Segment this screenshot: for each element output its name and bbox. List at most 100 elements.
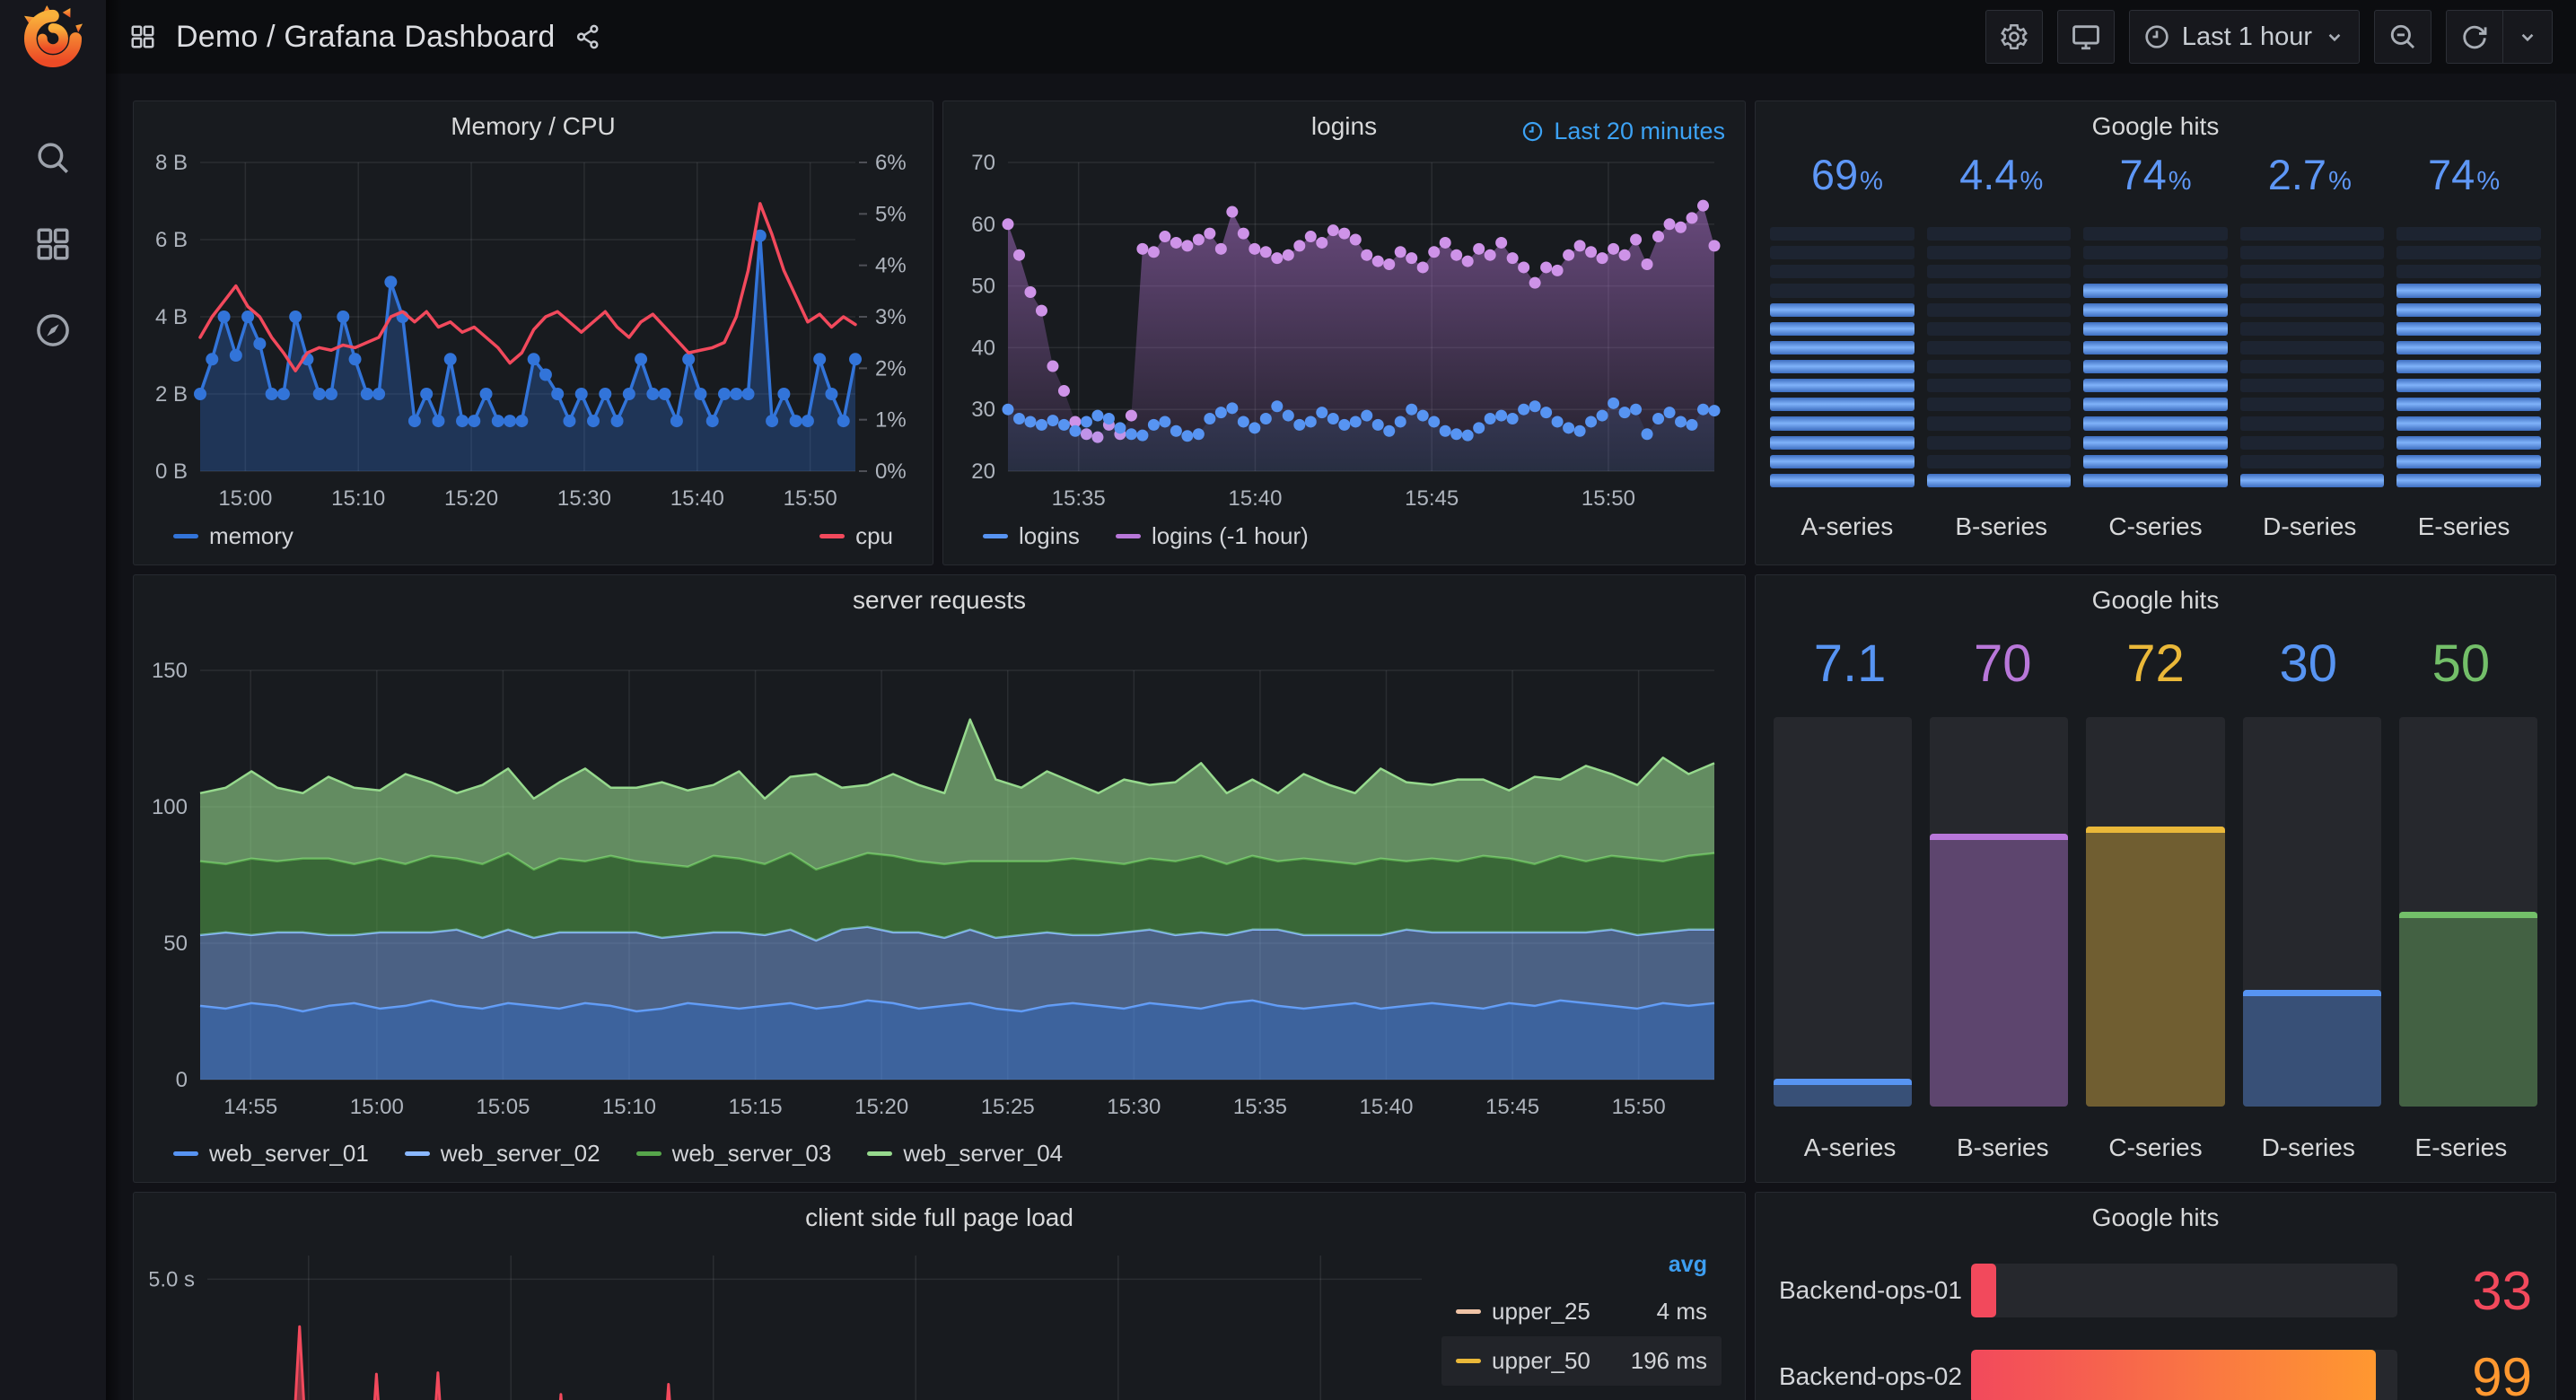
bar-gauge-values: 7.1 70 72 30 50 <box>1774 624 2537 703</box>
legend-item[interactable]: upper_25 4 ms <box>1441 1287 1722 1336</box>
led-cell <box>1926 359 2072 374</box>
client-page-load-legend: avg upper_25 4 ms upper_50 196 ms <box>1441 1247 1722 1386</box>
time-override-badge[interactable]: Last 20 minutes <box>1520 118 1725 145</box>
panel-title[interactable]: Google hits <box>1809 586 2502 615</box>
legend-item[interactable]: web_server_02 <box>404 1140 600 1168</box>
grafana-logo[interactable] <box>0 0 106 74</box>
legend-series-color <box>867 1151 893 1156</box>
gauge-bar <box>1971 1350 2377 1400</box>
zoom-out-button[interactable] <box>2374 10 2431 64</box>
gauge-track <box>2242 717 2381 1107</box>
legend-item[interactable]: web_server_04 <box>867 1140 1063 1168</box>
led-gauge-values: 69% 4.4% 74% 2.7% 74% <box>1770 150 2541 216</box>
gauge-value: 50 <box>2431 634 2491 693</box>
svg-text:8 B: 8 B <box>155 153 188 175</box>
svg-text:5%: 5% <box>875 202 907 226</box>
share-icon[interactable] <box>574 23 601 50</box>
time-range-picker[interactable]: Last 1 hour <box>2128 10 2360 64</box>
memory-cpu-legend: memory cpu <box>173 522 893 550</box>
sidebar-item-dashboards[interactable] <box>24 219 82 269</box>
legend-item[interactable]: upper_50 196 ms <box>1441 1336 1722 1386</box>
sidebar-item-explore[interactable] <box>24 305 82 355</box>
legend-avg-value: 4 ms <box>1656 1298 1707 1325</box>
chart-canvas: 0 B 2 B 4 B 6 B 8 B 0% 1% 2% 3% 4% 5% 6% 15:00 15:10 1… <box>155 151 907 511</box>
led-column <box>2396 227 2541 487</box>
led-cell <box>2239 340 2385 354</box>
refresh-button[interactable] <box>2446 10 2502 64</box>
client-page-load-chart: 5.0 s <box>148 1247 1433 1400</box>
svg-text:15:35: 15:35 <box>1052 486 1106 511</box>
legend-item[interactable]: web_server_01 <box>173 1140 369 1168</box>
led-cell <box>2396 398 2541 412</box>
led-column <box>1926 227 2072 487</box>
svg-text:4%: 4% <box>875 254 907 278</box>
svg-text:150: 150 <box>152 659 188 683</box>
gauge-category-label: E-series <box>2414 1133 2508 1161</box>
led-cell <box>2239 302 2385 317</box>
legend-series-label: upper_25 <box>1492 1298 1590 1325</box>
legend-item[interactable]: memory <box>173 522 294 550</box>
zoom-out-icon <box>2390 24 2415 49</box>
panel-title[interactable]: server requests <box>188 586 1691 615</box>
legend-series-label: web_server_02 <box>440 1140 600 1167</box>
led-cell <box>2239 246 2385 260</box>
grafana-flame-icon <box>23 5 83 67</box>
led-cell <box>1770 473 1914 487</box>
svg-text:15:05: 15:05 <box>476 1095 530 1119</box>
bar-gauge-tracks <box>1774 717 2537 1107</box>
svg-text:3%: 3% <box>875 305 907 329</box>
led-cell <box>2239 265 2385 279</box>
led-cell <box>1926 227 2072 241</box>
gauge-value: 33 <box>2472 1260 2532 1321</box>
dashboard-settings-button[interactable] <box>1985 10 2043 64</box>
led-cell <box>2083 302 2228 317</box>
clock-icon <box>1523 121 1543 142</box>
led-cell <box>2083 321 2228 336</box>
panel-title[interactable]: client side full page load <box>188 1203 1691 1232</box>
svg-text:15:40: 15:40 <box>1359 1095 1413 1119</box>
gauge-bar <box>2398 912 2537 1107</box>
gear-icon <box>2001 23 2028 50</box>
panel-title[interactable]: Google hits <box>1809 1203 2502 1232</box>
led-cell <box>1926 265 2072 279</box>
gauge-bar-cap <box>2086 826 2225 833</box>
led-cell <box>2083 359 2228 374</box>
hbar-gauge-row: Backend-ops-01 33 <box>1779 1252 2532 1329</box>
legend-item[interactable]: web_server_03 <box>635 1140 831 1168</box>
svg-text:15:40: 15:40 <box>1228 486 1282 511</box>
gauge-value: 4.4% <box>1959 151 2044 198</box>
led-cell <box>2396 416 2541 431</box>
panel-title[interactable]: Memory / CPU <box>188 112 879 141</box>
legend-avg-column-header[interactable]: avg <box>1441 1247 1722 1287</box>
led-cell <box>1926 246 2072 260</box>
legend-item[interactable]: logins (-1 hour) <box>1115 522 1309 550</box>
page-title[interactable]: Demo / Grafana Dashboard <box>176 20 555 55</box>
led-cell <box>2239 416 2385 431</box>
svg-text:0 B: 0 B <box>155 459 188 484</box>
panel-memory-cpu: Memory / CPU 0 B 2 B 4 B 6 B 8 B 0% 1% 2% 3% 4% 5%… <box>133 101 933 565</box>
svg-text:70: 70 <box>971 153 995 175</box>
led-cell <box>2239 359 2385 374</box>
led-cell <box>1926 321 2072 336</box>
led-cell <box>2396 340 2541 354</box>
svg-text:15:35: 15:35 <box>1233 1095 1287 1119</box>
svg-text:6 B: 6 B <box>155 228 188 252</box>
led-cell <box>1770 398 1914 412</box>
server-requests-legend: web_server_01 web_server_02 web_server_03 w… <box>173 1140 1705 1168</box>
svg-text:15:15: 15:15 <box>729 1095 783 1119</box>
sidebar-item-search[interactable] <box>24 133 82 183</box>
gauge-category-label: E-series <box>2417 512 2510 540</box>
legend-series-color <box>173 534 198 538</box>
legend-series-color <box>819 534 846 538</box>
gauge-category-label: D-series <box>2263 512 2357 540</box>
refresh-interval-dropdown[interactable] <box>2502 10 2553 64</box>
tv-kiosk-button[interactable] <box>2056 10 2115 64</box>
led-cell <box>1770 265 1914 279</box>
time-range-label: Last 1 hour <box>2181 22 2312 51</box>
legend-item[interactable]: cpu <box>819 522 893 550</box>
led-cell <box>1926 416 2072 431</box>
panel-title[interactable]: Google hits <box>1809 112 2502 141</box>
led-cell <box>2396 227 2541 241</box>
legend-avg-value: 196 ms <box>1630 1347 1707 1374</box>
legend-item[interactable]: logins <box>983 522 1080 550</box>
